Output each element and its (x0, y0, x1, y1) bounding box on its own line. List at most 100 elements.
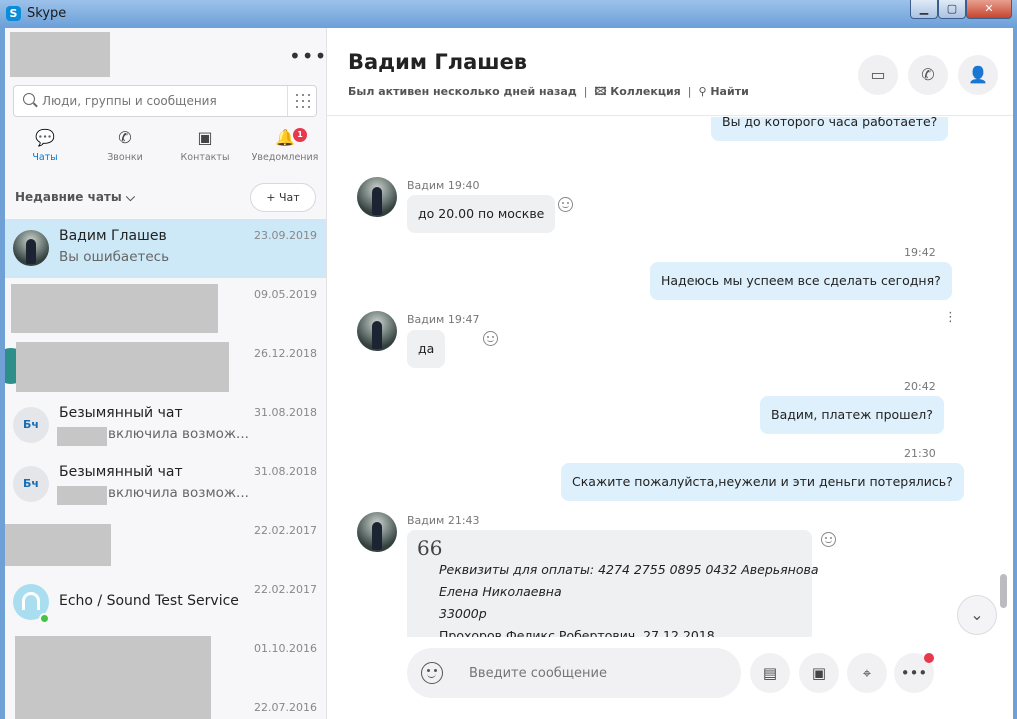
conversation-item[interactable]: 09.05.2019 (5, 278, 326, 337)
conversation-item[interactable]: Бч Безымянный чат включила возмож... 31.… (5, 396, 326, 455)
tab-notifications-label: Уведомления (251, 152, 319, 163)
conversation-date: 22.07.2016 (254, 701, 317, 714)
message-bubble-outgoing[interactable]: Вы до которого часа работаете? (711, 117, 949, 141)
conversation-item[interactable]: Вадим Глашев Вы ошибаетесь 23.09.2019 (5, 219, 326, 278)
dialpad-button[interactable] (287, 86, 317, 116)
redacted-block (16, 342, 229, 392)
group-avatar: Бч (13, 407, 49, 443)
search-icon (23, 93, 35, 105)
redacted-block (57, 486, 107, 505)
message-time: 19:42 (904, 246, 936, 259)
sender-avatar (357, 311, 397, 351)
message-bubble-outgoing[interactable]: Надеюсь мы успеем все сделать сегодня? (650, 262, 952, 300)
tab-contacts-label: Контакты (180, 152, 230, 163)
message-list[interactable]: Вы до которого часа работаете? Вадим 19:… (327, 117, 1013, 637)
conversation-date: 31.08.2018 (254, 465, 317, 478)
audio-call-button[interactable]: ✆ (908, 55, 948, 95)
conversation-date: 31.08.2018 (254, 406, 317, 419)
redacted-block (57, 427, 107, 446)
chat-panel: Вадим Глашев Был активен несколько дней … (327, 28, 1013, 719)
conversation-date: 26.12.2018 (254, 347, 317, 360)
redacted-block (11, 284, 218, 333)
window-title: Skype (27, 6, 67, 21)
quote-icon: 66 (417, 536, 443, 560)
emoji-reaction-icon[interactable] (558, 197, 573, 212)
title-bar: S Skype ▁ ▢ ✕ (0, 0, 1017, 28)
conversation-preview: Вы ошибаетесь (59, 249, 170, 265)
conversation-item[interactable]: 26.12.2018 (5, 337, 326, 396)
tab-calls[interactable]: ✆ Звонки (85, 124, 165, 170)
search-input[interactable] (42, 90, 282, 112)
message-time: 20:42 (904, 380, 936, 393)
message-time: 21:30 (904, 447, 936, 460)
quote-line: 33000р (439, 606, 487, 621)
contact-subheader: Был активен несколько дней назад | 🖾 Колле… (348, 85, 749, 98)
add-people-button[interactable]: 👤 (958, 55, 998, 95)
conversation-item[interactable]: Бч Безымянный чат включила возмож... 31.… (5, 455, 326, 514)
send-location-button[interactable]: ⌖ (847, 653, 887, 693)
message-bubble-incoming[interactable]: да (407, 330, 446, 368)
send-media-button[interactable]: ▤ (750, 653, 790, 693)
profile-redacted[interactable] (10, 32, 110, 77)
message-bubble-outgoing[interactable]: Вадим, платеж прошел? (760, 396, 944, 434)
online-status-icon (39, 613, 50, 624)
conversation-item[interactable]: 01.10.2016 (5, 632, 326, 691)
conversation-item[interactable]: Echo / Sound Test Service 22.02.2017 (5, 573, 326, 632)
send-contact-button[interactable]: ▣ (799, 653, 839, 693)
conversation-preview: включила возмож... (108, 485, 249, 501)
group-avatar: Бч (13, 466, 49, 502)
contacts-icon: ▣ (197, 128, 213, 147)
avatar (13, 230, 49, 266)
redacted-block (15, 636, 211, 691)
quoted-message-bubble[interactable]: 66 Реквизиты для оплаты: 4274 2755 0895 … (407, 530, 819, 637)
tab-notifications[interactable]: 🔔 Уведомления (245, 124, 325, 170)
skype-window: S Skype ▁ ▢ ✕ ••• Люди, группы и сообщен… (0, 0, 1017, 719)
more-icon: ••• (900, 664, 928, 682)
message-meta: Вадим 19:47 (407, 313, 480, 326)
redacted-block (15, 691, 211, 719)
recent-chats-dropdown[interactable]: Недавние чаты ⌵ (15, 190, 135, 205)
message-bubble-incoming[interactable]: до 20.00 по москве (407, 195, 556, 233)
app-client: ••• 💬 Чаты ✆ (5, 28, 1013, 719)
contact-name[interactable]: Вадим Глашев (348, 50, 527, 74)
conversation-preview: включила возмож... (108, 426, 249, 442)
message-composer (407, 648, 741, 698)
conversation-item[interactable]: 22.07.2016 (5, 691, 326, 719)
tab-chats[interactable]: 💬 Чаты (5, 124, 85, 170)
notification-badge: 1 (293, 128, 307, 142)
contact-status: Был активен несколько дней назад (348, 85, 577, 98)
new-chat-button[interactable]: + Чат (250, 183, 316, 212)
close-button[interactable]: ✕ (966, 0, 1012, 19)
video-call-button[interactable]: ▭ (858, 55, 898, 95)
chat-header: Вадим Глашев Был активен несколько дней … (327, 28, 1013, 116)
tab-contacts[interactable]: ▣ Контакты (165, 124, 245, 170)
phone-icon: ✆ (118, 128, 132, 147)
message-meta: Вадим 19:40 (407, 179, 480, 192)
more-options-button[interactable]: ••• (289, 44, 326, 68)
bell-icon: 🔔 (275, 128, 295, 147)
conversation-name: Безымянный чат (59, 464, 183, 480)
conversation-date: 09.05.2019 (254, 288, 317, 301)
message-options-icon[interactable]: ⋮ (944, 311, 957, 324)
quote-author: Прохоров Феликс Робертович, 27.12.2018 (439, 628, 715, 637)
emoji-reaction-icon[interactable] (821, 532, 836, 547)
conversation-date: 22.02.2017 (254, 583, 317, 596)
maximize-button[interactable]: ▢ (938, 0, 966, 19)
sender-avatar (357, 512, 397, 552)
gallery-link[interactable]: 🖾 Коллекция (594, 85, 680, 98)
message-bubble-outgoing[interactable]: Скажите пожалуйста,неужели и эти деньги … (561, 463, 964, 501)
headset-icon (22, 592, 40, 610)
emoji-reaction-icon[interactable] (483, 331, 498, 346)
emoji-icon[interactable] (421, 662, 443, 684)
video-camera-icon: ▭ (870, 65, 886, 84)
find-link[interactable]: ⚲ Найти (698, 85, 748, 98)
message-input[interactable] (469, 662, 719, 684)
conversation-item[interactable]: 22.02.2017 (5, 514, 326, 573)
search-box[interactable] (13, 85, 317, 117)
scrollbar-thumb[interactable] (1000, 574, 1007, 608)
scroll-to-bottom-button[interactable]: ⌄ (957, 595, 997, 635)
message-meta: Вадим 21:43 (407, 514, 480, 527)
quote-line: Реквизиты для оплаты: 4274 2755 0895 043… (439, 562, 819, 577)
phone-icon: ✆ (921, 65, 935, 84)
minimize-button[interactable]: ▁ (910, 0, 938, 19)
